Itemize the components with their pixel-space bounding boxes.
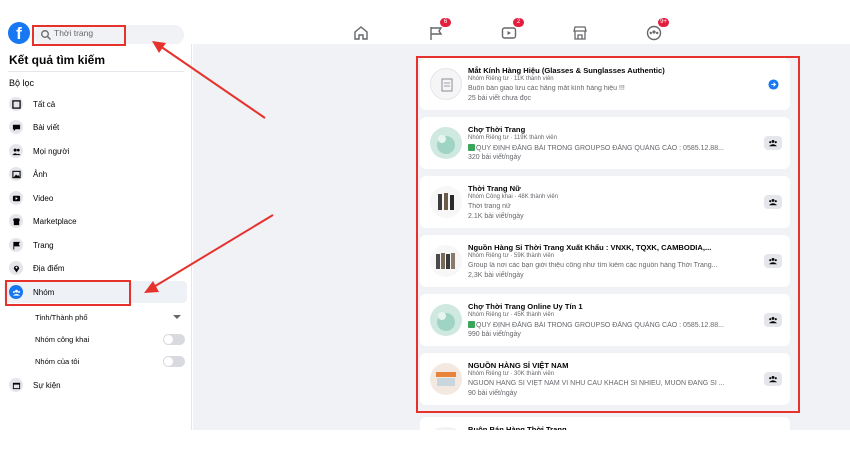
nav-home-icon[interactable] (352, 24, 370, 42)
sidebar-item-pages[interactable]: Trang (4, 234, 187, 256)
sidebar-title: Kết quả tìm kiếm (9, 53, 106, 67)
nav-pages-badge: 6 (440, 18, 451, 27)
sidebar-item-label: Địa điểm (33, 263, 65, 273)
photos-icon (9, 167, 23, 181)
annotation-box-groups (5, 280, 131, 306)
sidebar-divider (8, 71, 184, 72)
nav-marketplace-icon[interactable] (571, 24, 589, 42)
sidebar-item-label: Mọi người (33, 146, 70, 156)
sidebar-item-photos[interactable]: Ảnh (4, 163, 187, 185)
my-groups-label: Nhóm của tôi (35, 356, 80, 366)
nav-watch-icon[interactable]: 2 (500, 18, 524, 42)
sidebar-item-events[interactable]: Sự kiện (4, 374, 187, 396)
annotation-box-results (416, 56, 800, 413)
video-icon (9, 191, 23, 205)
calendar-icon (9, 378, 23, 392)
page: f Thời trang 6 2 9+ Kết quả tìm kiếm Bộ … (0, 0, 850, 450)
nav-pages-icon[interactable]: 6 (427, 18, 451, 42)
sidebar-item-all[interactable]: Tất cả (4, 93, 187, 115)
sidebar-item-label: Bài viết (33, 122, 60, 132)
people-icon (9, 144, 23, 158)
bottom-area (0, 430, 850, 450)
public-groups-filter: Nhóm công khai (35, 330, 185, 348)
sidebar-item-label: Sự kiện (33, 380, 61, 390)
sidebar-item-posts[interactable]: Bài viết (4, 116, 187, 138)
sidebar-item-places[interactable]: Địa điểm (4, 257, 187, 279)
posts-icon (9, 120, 23, 134)
sidebar-item-marketplace[interactable]: Marketplace (4, 210, 187, 232)
sidebar-item-label: Marketplace (33, 216, 77, 226)
sidebar: Kết quả tìm kiếm Bộ lọc Tất cả Bài viết … (0, 44, 192, 430)
sidebar-item-label: Trang (33, 240, 54, 250)
chevron-down-icon (173, 315, 181, 319)
location-pin-icon (9, 261, 23, 275)
sidebar-item-videos[interactable]: Video (4, 187, 187, 209)
public-groups-toggle[interactable] (163, 333, 185, 345)
flag-icon (9, 238, 23, 252)
marketplace-icon (9, 214, 23, 228)
sidebar-item-label: Video (33, 193, 54, 203)
facebook-logo-icon[interactable]: f (8, 22, 30, 44)
my-groups-filter: Nhóm của tôi (35, 352, 185, 370)
city-filter-dropdown[interactable]: Tỉnh/Thành phố (35, 308, 185, 326)
city-filter-label: Tỉnh/Thành phố (35, 312, 88, 322)
sidebar-item-people[interactable]: Mọi người (4, 140, 187, 162)
filter-label: Bộ lọc (9, 78, 35, 88)
sidebar-item-label: Tất cả (33, 99, 56, 109)
top-bar: f Thời trang 6 2 9+ (0, 0, 850, 45)
nav-groups-badge: 9+ (658, 18, 669, 27)
nav-groups-icon[interactable]: 9+ (645, 18, 669, 42)
annotation-box-search (32, 25, 126, 46)
my-groups-toggle[interactable] (163, 355, 185, 367)
public-groups-label: Nhóm công khai (35, 334, 90, 344)
nav-watch-badge: 2 (513, 18, 524, 27)
sidebar-item-label: Ảnh (33, 169, 48, 179)
all-icon (9, 97, 23, 111)
